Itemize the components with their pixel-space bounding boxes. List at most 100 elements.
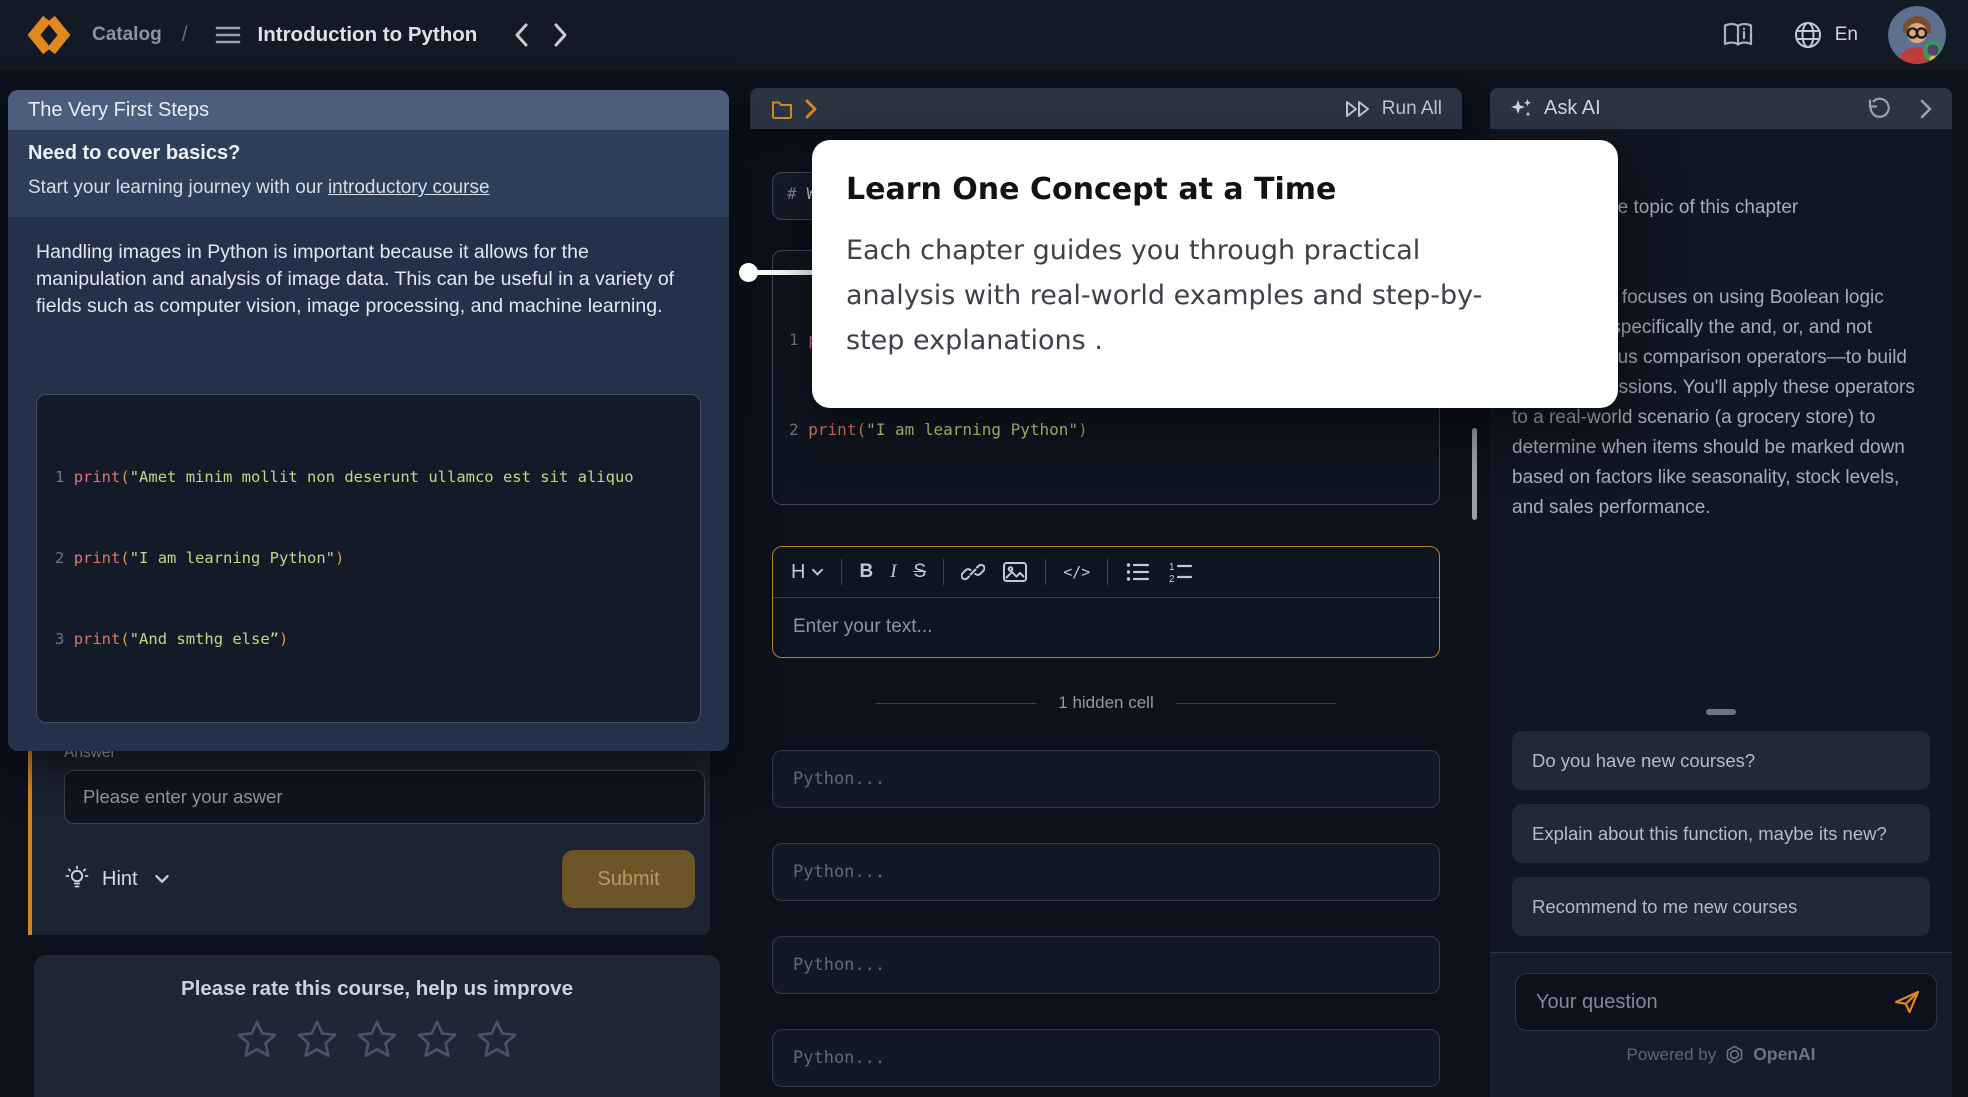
submit-button[interactable]: Submit (562, 850, 695, 908)
code-token: "Amet minim mollit non deserunt ullamco … (130, 468, 634, 486)
powered-by: Powered by OpenAI (1490, 1044, 1952, 1065)
code-line: 2 print("I am learning Python") (789, 415, 1423, 445)
link-icon[interactable] (961, 560, 985, 584)
italic-button[interactable]: I (890, 561, 896, 583)
divider-line (1176, 703, 1336, 704)
hint-button[interactable]: Hint (64, 865, 170, 893)
notebook-header: Run All (750, 88, 1462, 129)
code-token: print (74, 630, 121, 648)
drag-handle[interactable] (1706, 709, 1736, 715)
promo-banner: Need to cover basics? Start your learnin… (8, 130, 729, 217)
lesson-code-block: 1 print("Amet minim mollit non deserunt … (36, 394, 701, 723)
heading-dropdown[interactable]: H (791, 561, 824, 584)
task-footer: Hint Submit (52, 850, 695, 908)
editor-text-input[interactable] (773, 598, 1439, 656)
lesson-paragraph: Handling images in Python is important b… (36, 239, 701, 320)
vertical-scrollbar[interactable] (1472, 428, 1477, 520)
course-title: Introduction to Python (258, 23, 478, 47)
star-icon[interactable] (294, 1017, 340, 1063)
strikethrough-button[interactable]: S (914, 561, 927, 583)
run-all-label: Run All (1382, 98, 1442, 120)
python-cell[interactable]: Python... (772, 936, 1440, 994)
code-token: ) (1078, 420, 1088, 439)
code-button[interactable]: </> (1063, 563, 1090, 581)
star-icon[interactable] (354, 1017, 400, 1063)
suggested-questions: Do you have new courses? Explain about t… (1512, 731, 1930, 950)
breadcrumb-catalog[interactable]: Catalog (92, 24, 162, 46)
python-cells: Python... Python... Python... Python... (772, 750, 1440, 1087)
chapters-menu-icon[interactable] (214, 24, 242, 46)
topbar-actions: En (1721, 6, 1946, 64)
user-avatar[interactable] (1888, 6, 1946, 64)
next-chapter-icon[interactable] (553, 22, 569, 48)
code-line: 3 print("And smthg else”) (55, 626, 682, 653)
prev-chapter-icon[interactable] (513, 22, 529, 48)
python-cell[interactable]: Python... (772, 843, 1440, 901)
numbered-list-icon[interactable]: 12 (1168, 561, 1194, 583)
collapse-panel-icon[interactable] (1918, 97, 1934, 121)
svg-text:1: 1 (1169, 562, 1175, 573)
ask-ai-footer: Powered by OpenAI (1490, 952, 1952, 1097)
toolbar-divider (1045, 559, 1046, 585)
bullet-list-icon[interactable] (1125, 561, 1151, 583)
lesson-title: The Very First Steps (28, 99, 209, 122)
code-token: ) (335, 549, 344, 567)
line-number: 3 (55, 630, 64, 648)
question-input[interactable] (1520, 974, 1892, 1030)
code-token: print (74, 549, 121, 567)
line-number: 1 (55, 468, 64, 486)
ask-ai-title: Ask AI (1544, 97, 1601, 120)
top-bar: Catalog / Introduction to Python En (0, 0, 1968, 70)
promo-text: Start your learning journey with our int… (28, 177, 709, 199)
answer-input[interactable] (64, 770, 705, 824)
python-cell[interactable]: Python... (772, 750, 1440, 808)
rating-title: Please rate this course, help us improve (34, 977, 720, 1001)
breadcrumb-separator: / (182, 23, 188, 47)
lesson-body: Handling images in Python is important b… (8, 217, 729, 751)
sparkles-icon (1508, 96, 1534, 122)
globe-icon[interactable] (1793, 20, 1823, 50)
image-icon[interactable] (1002, 561, 1028, 583)
folder-icon[interactable] (770, 98, 794, 120)
line-number: 1 (789, 330, 799, 349)
rich-text-editor: H B I S </> (772, 546, 1440, 658)
python-cell[interactable]: Python... (772, 1029, 1440, 1087)
suggested-question[interactable]: Recommend to me new courses (1512, 877, 1930, 936)
code-token: "I am learning Python" (130, 549, 335, 567)
suggested-question[interactable]: Do you have new courses? (1512, 731, 1930, 790)
openai-logo-icon (1724, 1044, 1745, 1065)
question-input-wrap (1515, 973, 1937, 1031)
send-icon[interactable] (1892, 988, 1922, 1016)
reset-icon[interactable] (1864, 96, 1890, 122)
hint-label: Hint (102, 868, 138, 891)
tooltip-body: Each chapter guides you through practica… (846, 228, 1498, 363)
language-switcher[interactable]: En (1835, 24, 1858, 46)
ask-ai-header-actions (1864, 96, 1934, 122)
bold-button[interactable]: B (859, 561, 873, 583)
markdown-hash: # (787, 184, 797, 203)
fast-forward-icon (1343, 97, 1373, 121)
suggested-question[interactable]: Explain about this function, maybe its n… (1512, 804, 1930, 863)
toolbar-divider (841, 559, 842, 585)
hidden-cell-toggle[interactable]: 1 hidden cell (750, 692, 1462, 714)
code-token: print (808, 420, 856, 439)
provider-label: OpenAI (1753, 1044, 1815, 1065)
brand-logo-icon[interactable] (26, 14, 72, 56)
code-line: 1 print("Amet minim mollit non deserunt … (55, 464, 682, 491)
star-icon[interactable] (474, 1017, 520, 1063)
code-token: ( (120, 630, 129, 648)
divider-line (876, 703, 1036, 704)
introductory-course-link[interactable]: introductory course (328, 177, 490, 198)
chevron-right-icon[interactable] (804, 98, 818, 120)
lesson-card-header: The Very First Steps (8, 90, 729, 130)
code-token: ) (279, 630, 288, 648)
lesson-card: The Very First Steps Need to cover basic… (8, 90, 729, 751)
star-icon[interactable] (414, 1017, 460, 1063)
tutorial-tooltip: Learn One Concept at a Time Each chapter… (812, 140, 1618, 408)
ask-ai-header: Ask AI (1490, 88, 1952, 129)
code-token: "I am learning Python" (866, 420, 1078, 439)
star-icon[interactable] (234, 1017, 280, 1063)
tooltip-connector-dot (739, 263, 758, 282)
docs-book-icon[interactable] (1721, 21, 1755, 49)
run-all-button[interactable]: Run All (1343, 97, 1442, 121)
